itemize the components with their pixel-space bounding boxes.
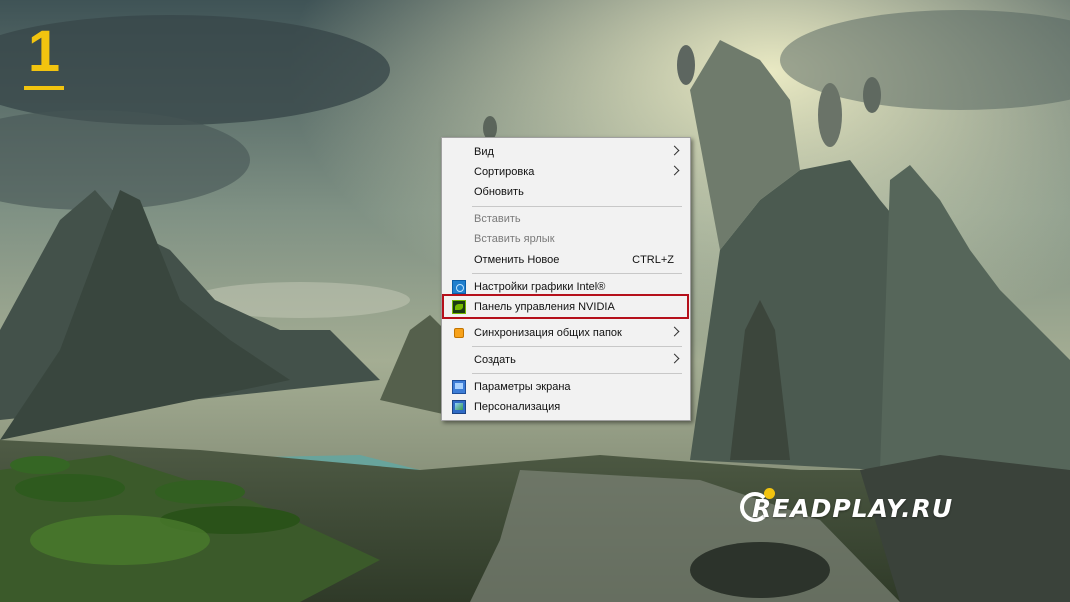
menu-item-label: Параметры экрана xyxy=(474,381,571,393)
menu-item-label: Синхронизация общих папок xyxy=(474,327,622,339)
menu-item-sync-shared-folders[interactable]: Синхронизация общих папок xyxy=(444,323,688,343)
menu-separator xyxy=(472,346,682,347)
menu-item-label: Обновить xyxy=(474,186,524,198)
logo-text: READPLAY.RU xyxy=(752,494,954,523)
menu-item-view[interactable]: Вид xyxy=(444,142,688,162)
menu-item-display-settings[interactable]: Параметры экрана xyxy=(444,377,688,397)
chevron-right-icon xyxy=(669,165,680,176)
menu-separator xyxy=(472,206,682,207)
menu-item-undo-new[interactable]: Отменить Новое CTRL+Z xyxy=(444,250,688,270)
menu-item-label: Вставить ярлык xyxy=(474,233,555,245)
menu-item-shortcut: CTRL+Z xyxy=(632,254,674,266)
sync-folders-icon xyxy=(454,328,464,338)
menu-item-label: Создать xyxy=(474,354,516,366)
nvidia-highlight-frame xyxy=(442,294,689,319)
personalization-icon xyxy=(452,400,466,414)
chevron-right-icon xyxy=(669,145,680,156)
menu-item-paste-shortcut[interactable]: Вставить ярлык xyxy=(444,229,688,249)
menu-item-label: Настройки графики Intel® xyxy=(474,281,606,293)
menu-item-label: Персонализация xyxy=(474,401,561,413)
menu-item-label: Отменить Новое xyxy=(474,254,560,266)
menu-separator xyxy=(472,273,682,274)
display-settings-icon xyxy=(452,380,466,394)
chevron-right-icon xyxy=(669,353,680,364)
menu-item-sort[interactable]: Сортировка xyxy=(444,162,688,182)
menu-item-label: Вставить xyxy=(474,213,521,225)
menu-separator xyxy=(472,373,682,374)
menu-item-label: Вид xyxy=(474,146,494,158)
chevron-right-icon xyxy=(669,326,680,337)
menu-item-paste[interactable]: Вставить xyxy=(444,209,688,229)
desktop-context-menu: Вид Сортировка Обновить Вставить Вставит… xyxy=(441,137,691,421)
step-number-underline xyxy=(24,86,64,90)
intel-graphics-icon xyxy=(452,280,466,294)
menu-item-label: Сортировка xyxy=(474,166,535,178)
step-number: 1 xyxy=(27,19,61,84)
menu-item-create[interactable]: Создать xyxy=(444,350,688,370)
menu-item-personalization[interactable]: Персонализация xyxy=(444,397,688,417)
menu-item-refresh[interactable]: Обновить xyxy=(444,182,688,202)
